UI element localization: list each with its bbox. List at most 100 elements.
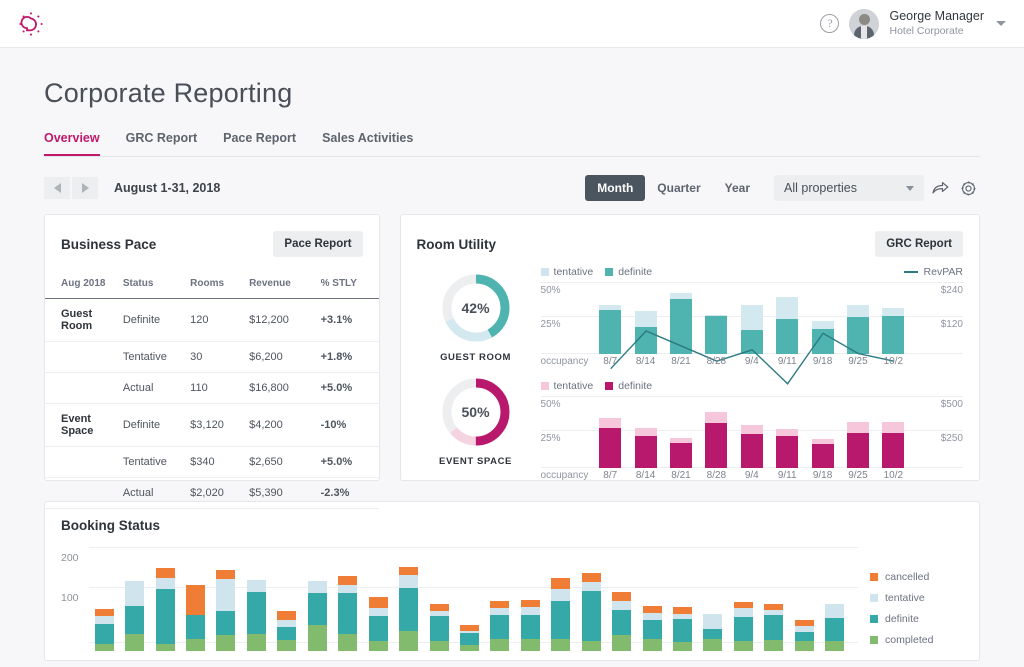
table-row[interactable]: Actual 110 $16,800 +5.0% — [45, 373, 379, 404]
bar-column[interactable] — [241, 547, 271, 651]
bar-column[interactable] — [302, 547, 332, 651]
bar-column[interactable] — [667, 547, 697, 651]
pace-report-button[interactable]: Pace Report — [273, 231, 363, 257]
bar-column[interactable] — [606, 547, 636, 651]
bar-segment-tentative — [642, 613, 662, 620]
property-filter-value: All properties — [784, 181, 857, 195]
stacked-bar — [733, 601, 753, 651]
stacked-bar — [794, 620, 814, 651]
bar-segment-completed — [581, 640, 601, 651]
cell-group — [45, 478, 123, 509]
y-tick-25: 25% — [540, 319, 561, 330]
bar-column[interactable] — [805, 396, 840, 468]
bar-column[interactable] — [454, 547, 484, 651]
cell-stly: +3.1% — [320, 314, 353, 326]
y-tick-50: 50% — [540, 399, 561, 410]
share-arrow-icon[interactable] — [928, 176, 952, 200]
cell-rooms: $3,120 — [190, 419, 224, 431]
bar-column[interactable] — [637, 547, 667, 651]
bar-segment-definite — [551, 601, 571, 639]
bar-column[interactable] — [211, 547, 241, 651]
table-row[interactable]: Actual $2,020 $5,390 -2.3% — [45, 478, 379, 509]
property-filter-select[interactable]: All properties — [774, 175, 924, 201]
bar-column[interactable] — [515, 547, 545, 651]
bar-column[interactable] — [759, 547, 789, 651]
table-row[interactable]: Event Space Definite $3,120 $4,200 -10% — [45, 403, 379, 447]
bar-segment-definite — [186, 614, 206, 640]
period-month-button[interactable]: Month — [585, 175, 646, 201]
bar-column[interactable] — [769, 396, 804, 468]
chevron-left-icon — [53, 183, 61, 193]
prev-period-button[interactable] — [44, 177, 70, 199]
bar-column[interactable] — [272, 547, 302, 651]
table-row[interactable]: Guest Room Definite 120 $12,200 +3.1% — [45, 299, 379, 342]
chevron-down-icon — [906, 185, 914, 191]
bar-column[interactable] — [119, 547, 149, 651]
chevron-down-icon[interactable] — [996, 21, 1006, 26]
legend-swatch-tentative — [540, 268, 549, 276]
bar-column[interactable] — [150, 547, 180, 651]
bar-segment-definite — [368, 615, 388, 641]
stacked-bar — [612, 592, 632, 651]
bar-column[interactable] — [576, 547, 606, 651]
bar-column[interactable] — [698, 547, 728, 651]
bar-segment-cancelled — [155, 568, 175, 579]
bar-column[interactable] — [789, 547, 819, 651]
bar-segment-completed — [612, 635, 632, 651]
help-circle-icon[interactable]: ? — [820, 14, 840, 33]
bar-column[interactable] — [840, 396, 875, 468]
bar-column[interactable] — [485, 547, 515, 651]
guest-room-x-axis: occupancy 8/7 8/14 8/21 8/28 9/4 9/11 9/18 9/25… — [541, 356, 963, 370]
cell-revenue: $2,650 — [249, 456, 283, 468]
period-year-button[interactable]: Year — [713, 175, 762, 201]
bar-column[interactable] — [424, 547, 454, 651]
stacked-bar — [825, 603, 845, 651]
period-quarter-button[interactable]: Quarter — [645, 175, 712, 201]
bar-segment-definite — [703, 628, 723, 639]
bar-segment-definite — [125, 606, 145, 635]
bar-column[interactable] — [363, 547, 393, 651]
bar-column[interactable] — [734, 396, 769, 468]
tab-pace-report[interactable]: Pace Report — [223, 131, 296, 156]
bar-column[interactable] — [876, 396, 911, 468]
bar-column[interactable] — [699, 396, 734, 468]
bar-column[interactable] — [89, 547, 119, 651]
event-space-x-axis: occupancy 8/7 8/14 8/21 8/28 9/4 9/11 9/18 9/25… — [541, 470, 963, 484]
tab-overview[interactable]: Overview — [44, 131, 100, 156]
bar-column[interactable] — [180, 547, 210, 651]
sun-bulb-logo-icon[interactable] — [16, 9, 46, 39]
bar-segment-definite — [94, 623, 114, 644]
tab-grc-report[interactable]: GRC Report — [126, 131, 198, 156]
business-pace-title: Business Pace — [61, 236, 157, 252]
table-row[interactable]: Tentative $340 $2,650 +5.0% — [45, 447, 379, 478]
stacked-bar — [368, 596, 388, 651]
cell-revenue: $4,200 — [249, 419, 283, 431]
legend-swatch-tentative — [870, 594, 878, 602]
bar-column[interactable] — [663, 396, 698, 468]
bar-column[interactable] — [393, 547, 423, 651]
legend-item-definite: definite — [605, 266, 652, 278]
bar-segment-cancelled — [94, 608, 114, 617]
bar-column[interactable] — [593, 396, 628, 468]
bar-column[interactable] — [728, 547, 758, 651]
legend-item-revpar: RevPAR — [903, 266, 963, 278]
stacked-bar — [882, 422, 905, 468]
table-row[interactable]: Tentative 30 $6,200 +1.8% — [45, 342, 379, 373]
bar-segment-cancelled — [490, 600, 510, 609]
gear-icon[interactable] — [956, 176, 980, 200]
next-period-button[interactable] — [72, 177, 98, 199]
bar-segment-tentative — [490, 608, 510, 616]
x-axis-label: occupancy — [540, 356, 589, 367]
user-info[interactable]: George Manager Hotel Corporate — [889, 9, 984, 38]
stacked-bar — [490, 600, 510, 651]
bar-column[interactable] — [820, 547, 850, 651]
bar-column[interactable] — [628, 396, 663, 468]
avatar[interactable] — [849, 8, 880, 39]
grc-report-button[interactable]: GRC Report — [875, 231, 963, 257]
tab-sales-activities[interactable]: Sales Activities — [322, 131, 413, 156]
guest-room-chart-legend: tentative definite RevPAR — [540, 265, 963, 279]
stacked-bar — [740, 424, 763, 468]
stacked-bar — [599, 417, 622, 468]
bar-column[interactable] — [546, 547, 576, 651]
bar-column[interactable] — [333, 547, 363, 651]
